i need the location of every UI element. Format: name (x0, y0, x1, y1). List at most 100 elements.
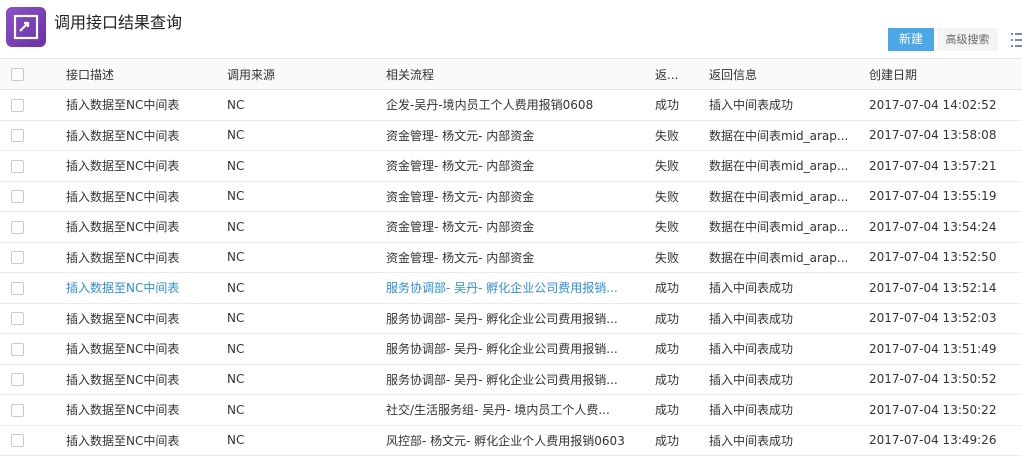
cell-process[interactable]: 资金管理- 杨文元- 内部资金 (386, 151, 655, 182)
cell-description[interactable]: 插入数据至NC中间表 (66, 364, 227, 395)
row-checkbox[interactable] (11, 251, 24, 265)
table-row[interactable]: 插入数据至NC中间表 NC 资金管理- 杨文元- 内部资金 失败 数据在中间表mid_a… (0, 242, 1022, 273)
row-checkbox[interactable] (11, 373, 24, 387)
table-row[interactable]: 插入数据至NC中间表 NC 资金管理- 杨文元- 内部资金 失败 数据在中间表mid_a… (0, 151, 1022, 182)
cell-process[interactable]: 资金管理- 杨文元- 内部资金 (386, 242, 655, 273)
cell-status: 成功 (655, 98, 680, 113)
select-all-cell (0, 58, 66, 90)
cell-status: 成功 (655, 403, 680, 418)
cell-process[interactable]: 资金管理- 杨文元- 内部资金 (386, 181, 655, 212)
header-process[interactable]: 相关流程 (386, 58, 655, 90)
advanced-search-button[interactable]: 高级搜索 (937, 28, 998, 51)
row-checkbox[interactable] (11, 159, 24, 173)
list-menu-icon[interactable] (1008, 31, 1022, 49)
cell-process[interactable]: 资金管理- 杨文元- 内部资金 (386, 212, 655, 243)
cell-created: 2017-07-04 14:02:52 (869, 97, 997, 112)
cell-description[interactable]: 插入数据至NC中间表 (66, 120, 227, 151)
cell-created: 2017-07-04 13:49:26 (869, 433, 997, 448)
cell-description[interactable]: 插入数据至NC中间表 (66, 212, 227, 243)
table-row[interactable]: 插入数据至NC中间表 NC 资金管理- 杨文元- 内部资金 失败 数据在中间表mid_a… (0, 120, 1022, 151)
results-table: 接口描述 调用来源 相关流程 返... 返回信息 创建日期 插入数据至NC中间表… (0, 58, 1022, 456)
cell-message: 插入中间表成功 (709, 311, 794, 326)
cell-source: NC (227, 250, 245, 265)
table-row[interactable]: 插入数据至NC中间表 NC 服务协调部- 吴丹- 孵化企业公司费用报销... 成功 插入… (0, 334, 1022, 365)
cell-created: 2017-07-04 13:58:08 (869, 128, 997, 143)
cell-process[interactable]: 服务协调部- 吴丹- 孵化企业公司费用报销... (386, 334, 655, 365)
row-checkbox[interactable] (11, 220, 24, 234)
cell-created: 2017-07-04 13:55:19 (869, 189, 997, 204)
row-checkbox[interactable] (11, 190, 24, 204)
cell-source: NC (227, 128, 245, 143)
row-select-cell (0, 273, 66, 304)
cell-description[interactable]: 插入数据至NC中间表 (66, 425, 227, 456)
select-all-checkbox[interactable] (11, 68, 24, 81)
header-description[interactable]: 接口描述 (66, 58, 227, 90)
cell-status: 失败 (655, 220, 680, 235)
row-select-cell (0, 425, 66, 456)
cell-process[interactable]: 风控部- 杨文元- 孵化企业个人费用报销0603 (386, 425, 655, 456)
cell-description[interactable]: 插入数据至NC中间表 (66, 273, 227, 304)
cell-process[interactable]: 企发-吴丹-境内员工个人费用报销0608 (386, 90, 655, 121)
table-row[interactable]: 插入数据至NC中间表 NC 社交/生活服务组- 吴丹- 境内员工个人费... 成功 插入… (0, 395, 1022, 426)
row-select-cell (0, 212, 66, 243)
cell-source: NC (227, 280, 245, 295)
table-row[interactable]: 插入数据至NC中间表 NC 服务协调部- 吴丹- 孵化企业公司费用报销... 成功 插入… (0, 273, 1022, 304)
row-checkbox[interactable] (11, 129, 24, 143)
header-source[interactable]: 调用来源 (227, 58, 386, 90)
cell-created: 2017-07-04 13:50:22 (869, 402, 997, 417)
cell-description[interactable]: 插入数据至NC中间表 (66, 395, 227, 426)
row-select-cell (0, 90, 66, 121)
cell-message: 数据在中间表mid_arap... (709, 220, 849, 235)
cell-description[interactable]: 插入数据至NC中间表 (66, 334, 227, 365)
cell-status: 失败 (655, 250, 680, 265)
cell-message: 数据在中间表mid_arap... (709, 128, 849, 143)
table-row[interactable]: 插入数据至NC中间表 NC 资金管理- 杨文元- 内部资金 失败 数据在中间表mid_a… (0, 181, 1022, 212)
cell-process[interactable]: 社交/生活服务组- 吴丹- 境内员工个人费... (386, 395, 655, 426)
cell-source: NC (227, 158, 245, 173)
cell-source: NC (227, 372, 245, 387)
table-row[interactable]: 插入数据至NC中间表 NC 企发-吴丹-境内员工个人费用报销0608 成功 插入中间表成… (0, 90, 1022, 121)
row-select-cell (0, 395, 66, 426)
cell-description[interactable]: 插入数据至NC中间表 (66, 242, 227, 273)
row-select-cell (0, 303, 66, 334)
cell-process[interactable]: 服务协调部- 吴丹- 孵化企业公司费用报销... (386, 303, 655, 334)
cell-description[interactable]: 插入数据至NC中间表 (66, 303, 227, 334)
cell-message: 插入中间表成功 (709, 98, 794, 113)
cell-status: 失败 (655, 159, 680, 174)
cell-message: 插入中间表成功 (709, 281, 794, 296)
row-select-cell (0, 181, 66, 212)
cell-message: 数据在中间表mid_arap... (709, 189, 849, 204)
table-row[interactable]: 插入数据至NC中间表 NC 风控部- 杨文元- 孵化企业个人费用报销0603 成功 插入… (0, 425, 1022, 456)
cell-description[interactable]: 插入数据至NC中间表 (66, 90, 227, 121)
cell-created: 2017-07-04 13:51:49 (869, 341, 997, 356)
row-checkbox[interactable] (11, 403, 24, 417)
cell-message: 插入中间表成功 (709, 372, 794, 387)
cell-created: 2017-07-04 13:52:03 (869, 311, 997, 326)
cell-process[interactable]: 服务协调部- 吴丹- 孵化企业公司费用报销... (386, 364, 655, 395)
header-created[interactable]: 创建日期 (869, 58, 1022, 90)
table-row[interactable]: 插入数据至NC中间表 NC 服务协调部- 吴丹- 孵化企业公司费用报销... 成功 插入… (0, 303, 1022, 334)
cell-created: 2017-07-04 13:52:50 (869, 250, 997, 265)
cell-status: 成功 (655, 281, 680, 296)
cell-description[interactable]: 插入数据至NC中间表 (66, 151, 227, 182)
cell-source: NC (227, 341, 245, 356)
cell-process[interactable]: 服务协调部- 吴丹- 孵化企业公司费用报销... (386, 273, 655, 304)
header-message[interactable]: 返回信息 (709, 58, 869, 90)
table-row[interactable]: 插入数据至NC中间表 NC 资金管理- 杨文元- 内部资金 失败 数据在中间表mid_a… (0, 212, 1022, 243)
row-checkbox[interactable] (11, 281, 24, 295)
table-row[interactable]: 插入数据至NC中间表 NC 服务协调部- 吴丹- 孵化企业公司费用报销... 成功 插入… (0, 364, 1022, 395)
row-checkbox[interactable] (11, 434, 24, 448)
header-status[interactable]: 返... (655, 58, 709, 90)
row-select-cell (0, 364, 66, 395)
cell-description[interactable]: 插入数据至NC中间表 (66, 181, 227, 212)
row-select-cell (0, 242, 66, 273)
page-title: 调用接口结果查询 (54, 13, 183, 32)
row-checkbox[interactable] (11, 98, 24, 112)
cell-source: NC (227, 97, 245, 112)
sync-arrows-icon (6, 7, 46, 47)
cell-created: 2017-07-04 13:50:52 (869, 372, 997, 387)
cell-process[interactable]: 资金管理- 杨文元- 内部资金 (386, 120, 655, 151)
new-button[interactable]: 新建 (888, 28, 934, 51)
row-checkbox[interactable] (11, 342, 24, 356)
row-checkbox[interactable] (11, 312, 24, 326)
